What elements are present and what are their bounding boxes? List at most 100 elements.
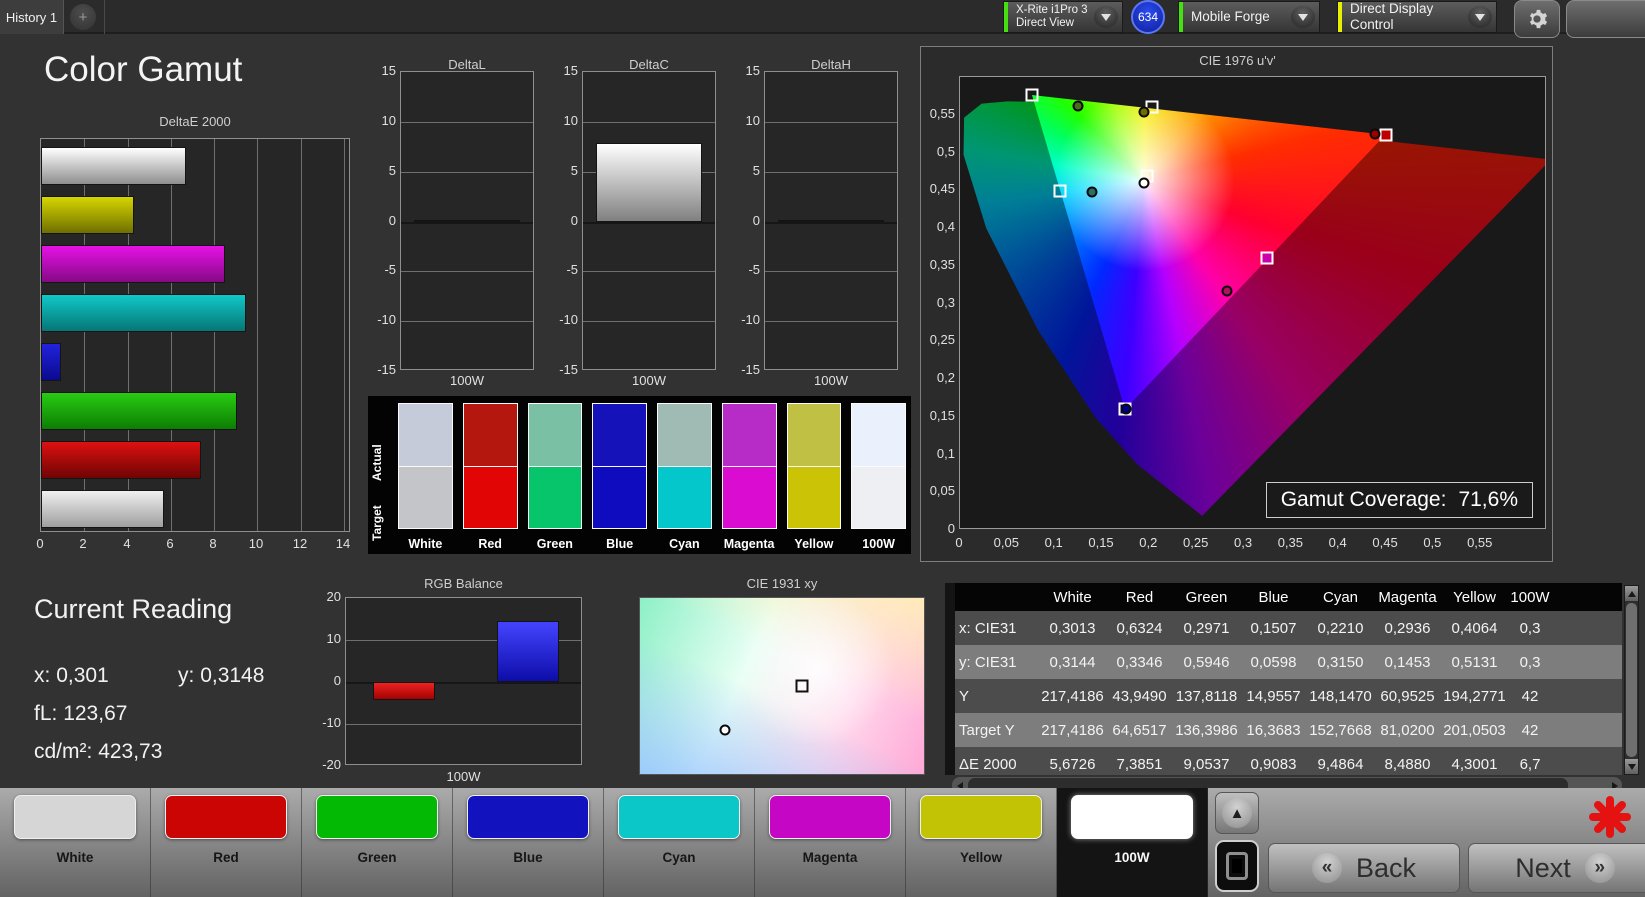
swatch-label: Green — [536, 537, 573, 551]
pattern-cell-yellow[interactable]: Yellow — [906, 788, 1057, 897]
y-tick-label: -10 — [377, 312, 396, 327]
y-tick-label: 10 — [745, 113, 760, 128]
table-cell: 8,4880 — [1384, 755, 1431, 773]
measured-marker-cyan — [1086, 186, 1098, 198]
table-cell: 0,6324 — [1116, 619, 1163, 637]
cie1976-title: CIE 1976 u'v' — [1199, 53, 1276, 68]
reading-y: y: 0,3148 — [178, 664, 265, 687]
display-control-label: Direct Display Control — [1350, 1, 1434, 32]
rgb-bar-blue — [497, 621, 559, 682]
y-tick-label: -10 — [559, 312, 578, 327]
source-dropdown[interactable]: Mobile Forge — [1178, 1, 1320, 33]
row-gutter — [945, 713, 955, 747]
scroll-up-button[interactable] — [1625, 586, 1638, 601]
v-axis-tick: 0,15 — [929, 407, 955, 423]
triangle-up-icon — [1627, 587, 1636, 597]
pattern-cell-blue[interactable]: Blue — [453, 788, 604, 897]
y-tick-label: -15 — [559, 362, 578, 377]
deltae-bar-red — [41, 441, 201, 479]
table-cell: 0,2936 — [1384, 619, 1431, 637]
target-row-label: Target — [370, 505, 384, 541]
v-axis-tick: 0,1 — [936, 445, 955, 461]
pattern-window-button[interactable] — [1215, 840, 1259, 892]
meter-dropdown[interactable]: X-Rite i1Pro 3 Direct View — [1003, 1, 1123, 33]
table-cell: 0,5946 — [1183, 653, 1230, 671]
row-label: Y — [959, 687, 970, 705]
pattern-swatch[interactable] — [618, 795, 740, 839]
y-tick-label: -20 — [322, 757, 341, 772]
swatch-label: White — [408, 537, 443, 551]
table-cell: 217,4186 — [1041, 721, 1104, 739]
delta-deltah-chart — [764, 71, 898, 370]
chevron-down-icon[interactable] — [1468, 6, 1492, 28]
back-label: Back — [1355, 852, 1417, 883]
target-swatch — [527, 466, 583, 529]
gamut-coverage-readout: Gamut Coverage: 71,6% — [1265, 482, 1533, 518]
y-tick-label: 15 — [745, 63, 760, 78]
pattern-swatch[interactable] — [316, 795, 438, 839]
pattern-cell-white[interactable]: White — [0, 788, 151, 897]
actual-swatch — [851, 403, 906, 467]
table-row[interactable]: Target Y 217,4186 64,6517 136,3986 16,3683 15… — [945, 713, 1622, 747]
target-marker-magenta — [1260, 251, 1274, 265]
pattern-swatch[interactable] — [1071, 795, 1193, 839]
cie1931-title: CIE 1931 xy — [746, 576, 818, 591]
chevron-down-icon[interactable] — [1291, 6, 1315, 28]
row-gutter — [945, 645, 955, 679]
pattern-cell-magenta[interactable]: Magenta — [755, 788, 906, 897]
u-axis-tick: 0 — [955, 535, 963, 550]
tab-history-1[interactable]: History 1 — [0, 0, 64, 34]
table-row[interactable]: Y 217,4186 43,9490 137,8118 14,9557 148,1470 6… — [945, 679, 1622, 713]
measured-marker-white — [1138, 177, 1150, 189]
table-vertical-scrollbar[interactable] — [1624, 585, 1639, 775]
deltae-bar-100w — [41, 147, 186, 185]
table-cell: 9,0537 — [1183, 755, 1230, 773]
chevrons-left-icon: « — [1311, 853, 1342, 883]
delta-bar — [596, 142, 702, 222]
pattern-window-icon — [1226, 852, 1248, 880]
pattern-cell-cyan[interactable]: Cyan — [604, 788, 755, 897]
pattern-swatch[interactable] — [14, 795, 136, 839]
row-gutter — [945, 611, 955, 645]
table-cell: 9,4864 — [1317, 755, 1364, 773]
pattern-swatch[interactable] — [769, 795, 891, 839]
gridline — [344, 139, 345, 531]
u-axis-tick: 0,2 — [1139, 535, 1158, 550]
pattern-swatch[interactable] — [920, 795, 1042, 839]
swatch-column-100w — [851, 403, 906, 529]
table-row[interactable]: x: CIE31 0,3013 0,6324 0,2971 0,1507 0,2210 0,… — [945, 611, 1622, 645]
display-control-dropdown[interactable]: Direct Display Control — [1337, 1, 1497, 33]
v-axis-tick: 0,2 — [936, 370, 955, 385]
u-axis-tick: 0,15 — [1088, 535, 1114, 550]
vertical-scroll-thumb[interactable] — [1626, 603, 1637, 757]
swatch-label: 100W — [862, 537, 895, 551]
table-cell: 42 — [1521, 721, 1539, 739]
next-button[interactable]: Next » — [1468, 843, 1645, 893]
gridline — [765, 172, 897, 173]
pattern-swatch[interactable] — [467, 795, 589, 839]
settings-button[interactable] — [1514, 0, 1560, 38]
x-tick-label: 4 — [123, 536, 131, 551]
add-tab-button[interactable]: + — [70, 4, 96, 30]
pattern-swatch[interactable] — [165, 795, 287, 839]
v-axis-tick: 0,45 — [929, 181, 955, 197]
back-button[interactable]: « Back — [1268, 843, 1460, 893]
y-tick-label: -5 — [384, 262, 396, 277]
table-cell: 137,8118 — [1175, 687, 1238, 705]
source-label: Mobile Forge — [1191, 9, 1270, 25]
delta-bar — [414, 219, 520, 222]
table-row[interactable]: ΔE 2000 5,6726 7,3851 9,0537 0,9083 9,4864 8,4… — [945, 747, 1622, 775]
pattern-cell-green[interactable]: Green — [302, 788, 453, 897]
pattern-up-button[interactable]: ▲ — [1215, 792, 1259, 834]
tab-divider — [104, 0, 105, 34]
table-row[interactable]: y: CIE31 0,3144 0,3346 0,5946 0,0598 0,3150 0,… — [945, 645, 1622, 679]
chevron-down-icon[interactable] — [1094, 6, 1118, 28]
clipped-toolbar-button[interactable] — [1566, 0, 1645, 38]
table-cell: 201,0503 — [1443, 721, 1506, 739]
pattern-cell-red[interactable]: Red — [151, 788, 302, 897]
reading-x: x: 0,301 — [34, 664, 109, 687]
scroll-down-button[interactable] — [1625, 759, 1638, 774]
table-cell: 194,2771 — [1443, 687, 1506, 705]
pattern-cell-100w[interactable]: 100W — [1057, 788, 1208, 897]
swatch-column-magenta — [721, 403, 777, 529]
